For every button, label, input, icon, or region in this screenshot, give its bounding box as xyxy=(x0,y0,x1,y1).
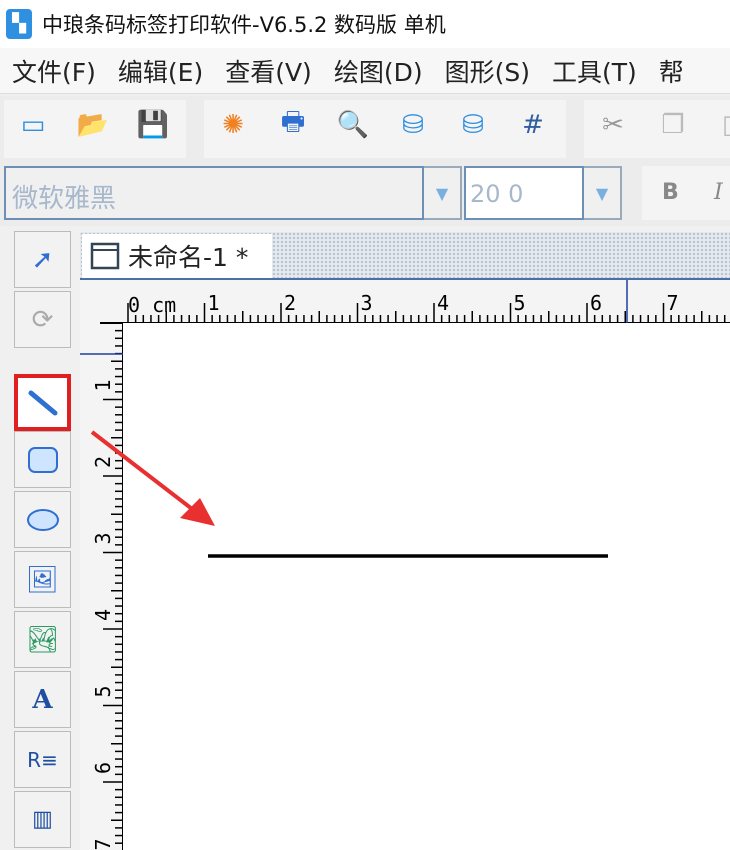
ruler-label: 7 xyxy=(667,291,679,315)
font-name-select[interactable]: 微软雅黑 xyxy=(4,166,424,220)
ruler-label: 5 xyxy=(91,685,115,697)
save-icon[interactable]: 💾 xyxy=(136,108,170,142)
ruler-label: 2 xyxy=(284,291,296,315)
rich-text-tool-icon[interactable]: R≡ xyxy=(14,731,71,788)
menu-edit[interactable]: 编辑(E) xyxy=(118,53,203,89)
copy-icon[interactable]: ❐ xyxy=(656,108,690,142)
horizontal-ruler: 1 2 3 4 5 6 7 xyxy=(100,280,730,324)
ruler-label: 1 xyxy=(208,291,220,315)
line-icon xyxy=(28,390,57,415)
menu-bar: 文件(F) 编辑(E) 查看(V) 绘图(D) 图形(S) 工具(T) 帮 xyxy=(0,48,730,94)
ruler-label: 2 xyxy=(91,456,115,468)
ruler-label: 4 xyxy=(91,609,115,621)
rectangle-tool-button[interactable] xyxy=(14,431,71,488)
grid-icon[interactable]: # xyxy=(516,108,550,142)
rounded-rectangle-icon xyxy=(27,446,58,473)
label-canvas[interactable] xyxy=(123,323,730,850)
title-bar: ▚ 中琅条码标签打印软件-V6.5.2 数码版 单机 xyxy=(0,0,730,48)
font-size-input[interactable]: 20 0 xyxy=(464,166,584,220)
text-tool-icon[interactable]: A xyxy=(14,671,71,728)
picture-tool-icon[interactable]: 🏞 xyxy=(14,611,71,668)
drawing-toolbox: ➚ ⟳ 🖼 🏞 A R≡ ▥ xyxy=(0,228,80,850)
open-icon[interactable]: 📂 xyxy=(76,108,110,142)
menu-help[interactable]: 帮 xyxy=(659,53,684,89)
database-check-icon[interactable]: ⛁ xyxy=(456,108,490,142)
ruler-label: 1 xyxy=(91,379,115,391)
window-title: 中琅条码标签打印软件-V6.5.2 数码版 单机 xyxy=(42,13,446,37)
menu-draw[interactable]: 绘图(D) xyxy=(334,53,423,89)
app-logo-icon: ▚ xyxy=(6,9,32,39)
rotate-icon[interactable]: ⟳ xyxy=(14,291,71,348)
menu-file[interactable]: 文件(F) xyxy=(12,53,96,89)
chevron-down-icon[interactable]: ▼ xyxy=(584,166,622,220)
paste-icon[interactable]: ▯ xyxy=(712,108,730,142)
toolbar: ▭ 📂 💾 ✺ 🖶 🔍 ⛁ ⛁ # ✂ ❐ ▯ xyxy=(0,96,730,162)
print-preview-icon[interactable]: 🔍 xyxy=(336,108,370,142)
ruler-unit-label: 0 cm xyxy=(128,293,176,317)
ruler-label: 7 xyxy=(91,838,115,850)
ruler-label: 6 xyxy=(590,291,602,315)
settings-gear-icon[interactable]: ✺ xyxy=(216,108,250,142)
tab-label: 未命名-1 * xyxy=(128,243,249,272)
menu-tools[interactable]: 工具(T) xyxy=(552,53,637,89)
chevron-down-icon[interactable]: ▼ xyxy=(424,166,462,220)
ruler-label: 5 xyxy=(514,291,526,315)
ellipse-icon xyxy=(26,508,59,531)
menu-shape[interactable]: 图形(S) xyxy=(445,53,530,89)
tab-untitled-1[interactable]: 未命名-1 * xyxy=(82,234,272,278)
ellipse-tool-button[interactable] xyxy=(14,491,71,548)
image-tool-icon[interactable]: 🖼 xyxy=(14,551,71,608)
new-icon[interactable]: ▭ xyxy=(16,108,50,142)
vertical-ruler: 1 2 3 4 5 6 7 xyxy=(80,322,128,850)
menu-view[interactable]: 查看(V) xyxy=(225,53,312,89)
italic-button[interactable]: I xyxy=(714,180,723,205)
ruler-label: 3 xyxy=(361,291,373,315)
barcode-tool-icon[interactable]: ▥ xyxy=(14,791,71,848)
line-tool-button[interactable] xyxy=(14,374,71,431)
print-icon[interactable]: 🖶 xyxy=(276,107,310,142)
database-icon[interactable]: ⛁ xyxy=(396,108,430,142)
ruler-label: 6 xyxy=(91,762,115,774)
ruler-label: 3 xyxy=(91,532,115,544)
document-window-icon xyxy=(90,242,120,270)
cut-icon[interactable]: ✂ xyxy=(596,108,630,142)
select-pointer-icon[interactable]: ➚ xyxy=(14,231,71,288)
ruler-label: 4 xyxy=(437,291,449,315)
